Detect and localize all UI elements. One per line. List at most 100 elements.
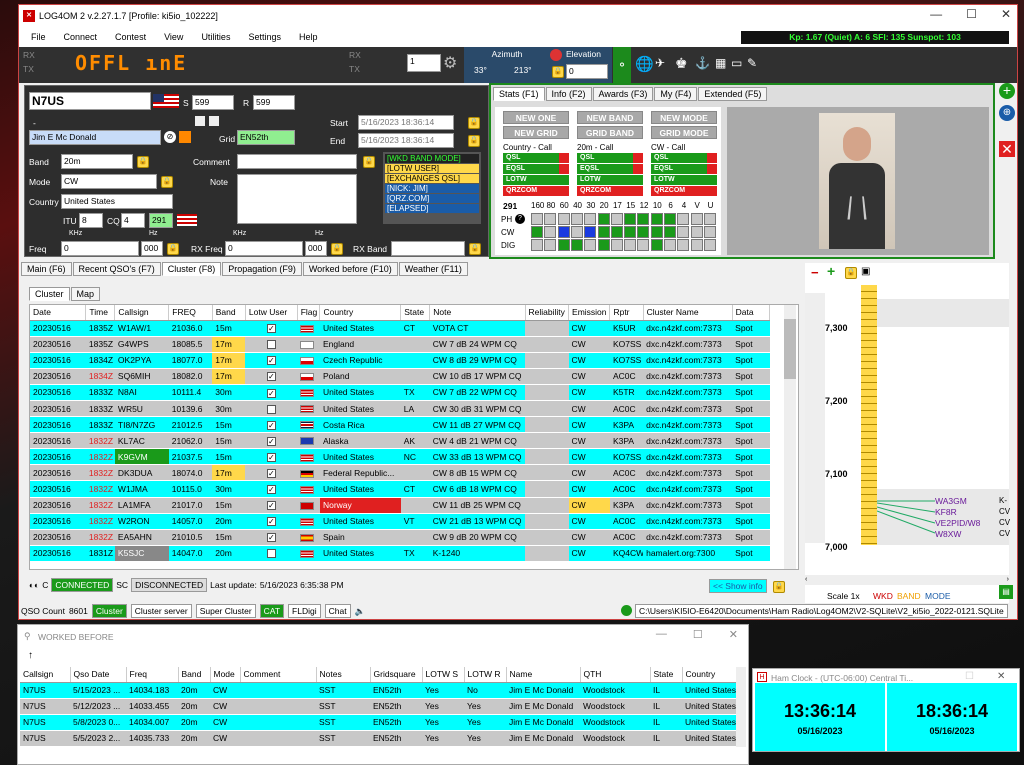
subtab-cluster[interactable]: Cluster (29, 287, 70, 301)
status-cluster[interactable]: Cluster (91, 604, 127, 618)
cluster-col-cluster-name[interactable]: Cluster Name (643, 305, 733, 321)
worked-row[interactable]: N7US 5/5/2023 2... 14035.733 20m CW SST EN52th… (20, 730, 738, 747)
worked-col-qth[interactable]: QTH (580, 667, 651, 683)
cluster-row[interactable]: 20230516 1832Z W2RON 14057.0 20m ✓ United Stat… (30, 513, 770, 530)
country-select[interactable]: United States (61, 194, 173, 209)
cluster-col-date[interactable]: Date (30, 305, 87, 321)
worked-col-callsign[interactable]: Callsign (20, 667, 71, 683)
clear-name-icon[interactable]: ⊘ (164, 131, 176, 143)
worked-col-freq[interactable]: Freq (126, 667, 179, 683)
tab-weather[interactable]: Weather (F11) (398, 262, 468, 276)
start-time-input[interactable]: 5/16/2023 18:36:14 (358, 115, 454, 130)
cq-select[interactable]: 4 (121, 213, 145, 228)
sort-up-icon[interactable]: ↑ (28, 650, 33, 661)
worked-row[interactable]: N7US 5/15/2023 ... 14034.183 20m CW SST EN52th… (20, 682, 738, 699)
worked-minimize-icon[interactable]: — (656, 628, 667, 641)
band-select[interactable]: 20m (61, 154, 133, 169)
subtab-map[interactable]: Map (70, 287, 101, 301)
scale-select[interactable]: Scale 1x (827, 591, 860, 601)
tab-cluster[interactable]: Cluster (F8) (161, 262, 222, 276)
menu-utilities[interactable]: Utilities (201, 32, 230, 42)
tab-my[interactable]: My (F4) (654, 87, 698, 101)
cluster-row[interactable]: 20230516 1832Z KL7AC 21062.0 15m ✓ Alaska AK CW … (30, 432, 770, 450)
clock-close-icon[interactable]: ✕ (997, 671, 1005, 682)
note-input[interactable] (237, 174, 357, 224)
cluster-col-country[interactable]: Country (319, 305, 402, 321)
rxband-select[interactable] (391, 241, 465, 256)
pen-icon[interactable]: ✎ (747, 56, 757, 70)
cluster-col-data[interactable]: Data (732, 305, 771, 321)
delete-icon[interactable]: ✕ (999, 141, 1015, 157)
menu-contest[interactable]: Contest (115, 32, 146, 42)
cluster-row[interactable]: 20230516 1832Z LA1MFA 21017.0 15m ✓ Norway CW 1… (30, 497, 770, 514)
cluster-row[interactable]: 20230516 1834Z OK2PYA 18077.0 17m ✓ Czech Repu… (30, 352, 770, 369)
plane-icon[interactable]: ✈ (655, 56, 665, 70)
new-one-button[interactable]: NEW ONE (503, 111, 569, 124)
tab-main[interactable]: Main (F6) (21, 262, 72, 276)
menu-help[interactable]: Help (299, 32, 318, 42)
comment-lock-icon[interactable]: 🔒 (363, 156, 375, 168)
satellite-icon[interactable]: ⚓ (695, 56, 710, 70)
cluster-row[interactable]: 20230516 1832Z EA5AHN 21010.5 15m ✓ Spain CW 9 … (30, 529, 770, 546)
show-info-button[interactable]: << Show info (709, 579, 767, 593)
spot-ve2pid[interactable]: VE2PID/W8 (935, 518, 980, 528)
cluster-col-freq[interactable]: FREQ (168, 305, 213, 321)
cluster-row[interactable]: 20230516 1832Z DK3DUA 18074.0 17m ✓ Federal Re… (30, 464, 770, 482)
cluster-col-state[interactable]: State (400, 305, 431, 321)
zoom-out-icon[interactable]: − (811, 265, 819, 280)
spot-wa3gm[interactable]: WA3GM (935, 496, 967, 506)
cluster-row[interactable]: 20230516 1834Z SQ6MIH 18082.0 17m ✓ Poland CW 1… (30, 368, 770, 385)
status-super-cluster[interactable]: Super Cluster (195, 604, 256, 618)
callsign-input[interactable]: N7US (29, 92, 151, 110)
filter-mode[interactable]: MODE (925, 591, 951, 601)
radio-icon[interactable]: ▭ (731, 56, 742, 70)
cluster-col-time[interactable]: Time (85, 305, 116, 321)
worked-col-notes[interactable]: Notes (316, 667, 371, 683)
worked-scrollbar[interactable] (736, 667, 746, 747)
rst-sent-input[interactable]: 599 (192, 95, 234, 110)
cluster-row[interactable]: 20230516 1835Z W1AW/1 21036.0 15m ✓ United Sta… (30, 320, 770, 337)
worked-col-qso-date[interactable]: Qso Date (70, 667, 127, 683)
qrz-icon[interactable] (179, 131, 191, 143)
status-fldigi[interactable]: FLDigi (288, 604, 321, 618)
rxfreq-lock-icon[interactable]: 🔒 (331, 243, 343, 255)
tab-info[interactable]: Info (F2) (545, 87, 592, 101)
cluster-row[interactable]: 20230516 1835Z G4WPS 18085.5 17m England CW 7 … (30, 336, 770, 353)
worked-row[interactable]: N7US 5/8/2023 0... 14034.007 20m CW SST EN52th… (20, 714, 738, 731)
menu-connect[interactable]: Connect (64, 32, 98, 42)
connected-button[interactable]: CONNECTED (51, 578, 114, 592)
itu-select[interactable]: 8 (79, 213, 103, 228)
tab-stats[interactable]: Stats (F1) (493, 87, 545, 101)
mode-select[interactable]: CW (61, 174, 157, 189)
grid-mode-button[interactable]: GRID MODE (651, 126, 717, 139)
cluster-col-band[interactable]: Band (212, 305, 246, 321)
tab-recent-qsos[interactable]: Recent QSO's (F7) (72, 262, 161, 276)
menu-view[interactable]: View (164, 32, 183, 42)
showinfo-lock-icon[interactable]: 🔒 (773, 581, 785, 593)
cluster-row[interactable]: 20230516 1832Z W1JMA 10115.0 30m ✓ United Stat… (30, 480, 770, 498)
clock-maximize-icon[interactable]: ☐ (965, 671, 974, 682)
bandmap-settings-icon[interactable]: ▣ (861, 266, 870, 277)
worked-col-name[interactable]: Name (506, 667, 581, 683)
maximize-icon[interactable]: ☐ (966, 7, 977, 21)
bandmap-toggle-icon[interactable]: ▤ (999, 585, 1013, 599)
menu-settings[interactable]: Settings (248, 32, 281, 42)
tab-worked-before[interactable]: Worked before (F10) (302, 262, 398, 276)
zoom-in-icon[interactable]: + (827, 263, 835, 279)
cluster-scrollbar[interactable] (784, 305, 796, 569)
cluster-row[interactable]: 20230516 1831Z K5SJC 14047.0 20m United State… (30, 545, 770, 562)
filter-band[interactable]: BAND (897, 591, 921, 601)
worked-col-lotw-s[interactable]: LOTW S (422, 667, 465, 683)
checkbox-1[interactable] (195, 116, 205, 126)
close-icon[interactable]: ✕ (1001, 7, 1011, 21)
cluster-row[interactable]: 20230516 1832Z K9GVM 21037.5 15m ✓ United Stat… (30, 448, 770, 466)
worked-col-country[interactable]: Country (682, 667, 739, 683)
elevation-input[interactable]: 0 (566, 64, 608, 79)
checkbox-2[interactable] (209, 116, 219, 126)
rxfreq-hz-input[interactable]: 000 (305, 241, 327, 256)
disconnected-button[interactable]: DISCONNECTED (131, 578, 208, 592)
mode-lock-icon[interactable]: 🔒 (161, 176, 173, 188)
world-icon[interactable]: ⊕ (999, 105, 1015, 121)
filter-wkd[interactable]: WKD (873, 591, 893, 601)
cluster-row[interactable]: 20230516 1833Z N8AI 10111.4 30m ✓ United State… (30, 384, 770, 401)
